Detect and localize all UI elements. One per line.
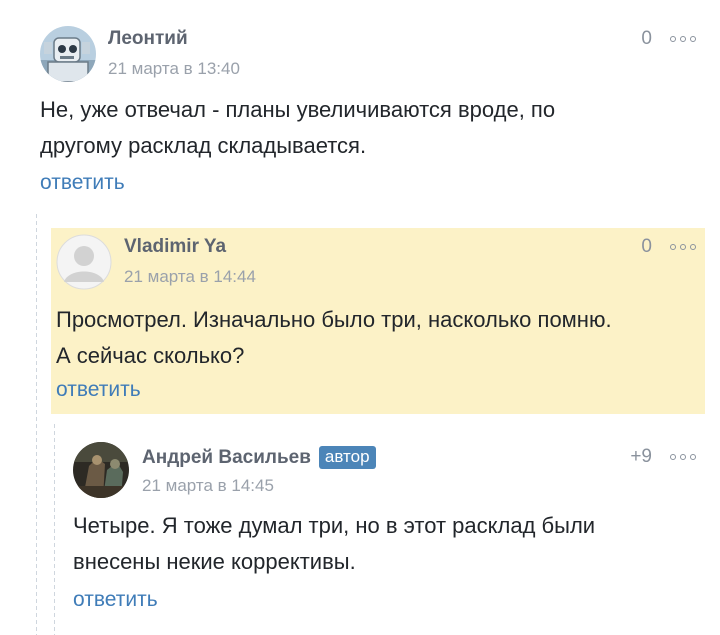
comment-text: Четыре. Я тоже думал три, но в этот раск… bbox=[73, 508, 703, 580]
comment-text-line: другому расклад складывается. bbox=[40, 133, 367, 158]
comment-vladimir-ya: Vladimir Ya 21 марта в 14:44 0 Просмотре… bbox=[51, 228, 705, 414]
comment-text: Просмотрел. Изначально было три, насколь… bbox=[56, 302, 701, 374]
comment-rating: 0 bbox=[641, 236, 652, 257]
comment-date[interactable]: 21 марта в 14:45 bbox=[142, 476, 274, 496]
comment-author[interactable]: Vladimir Ya bbox=[124, 236, 226, 258]
comment-date[interactable]: 21 марта в 14:44 bbox=[124, 267, 256, 287]
avatar[interactable] bbox=[56, 234, 112, 290]
comment-leontiy: Леонтий 21 марта в 13:40 0 Не, уже отвеч… bbox=[0, 0, 720, 210]
comment-text-line: Четыре. Я тоже думал три, но в этот раск… bbox=[73, 513, 596, 538]
comment-author[interactable]: Леонтий bbox=[108, 28, 188, 50]
more-options-icon[interactable] bbox=[670, 242, 696, 252]
reply-link[interactable]: ответить bbox=[40, 171, 125, 195]
thread-line-level-1 bbox=[36, 214, 37, 635]
thread-line-level-2 bbox=[54, 424, 55, 635]
comment-rating: 0 bbox=[641, 28, 652, 49]
comment-author-name[interactable]: Андрей Васильев bbox=[142, 447, 311, 468]
reply-link[interactable]: ответить bbox=[56, 378, 141, 402]
more-options-icon[interactable] bbox=[670, 452, 696, 462]
comment-date[interactable]: 21 марта в 13:40 bbox=[108, 59, 240, 79]
comment-text-line: внесены некие коррективы. bbox=[73, 549, 356, 574]
comment-text: Не, уже отвечал - планы увеличиваются вр… bbox=[40, 92, 700, 164]
comment-text-line: Не, уже отвечал - планы увеличиваются вр… bbox=[40, 97, 556, 122]
avatar[interactable] bbox=[40, 26, 96, 82]
comment-author[interactable]: Андрей Васильев автор bbox=[142, 446, 376, 469]
comment-text-line: А сейчас сколько? bbox=[56, 343, 245, 368]
author-badge: автор bbox=[318, 446, 376, 469]
comment-thread: Леонтий 21 марта в 13:40 0 Не, уже отвеч… bbox=[0, 0, 720, 635]
more-options-icon[interactable] bbox=[670, 34, 696, 44]
avatar[interactable] bbox=[73, 442, 129, 498]
reply-link[interactable]: ответить bbox=[73, 588, 158, 612]
comment-text-line: Просмотрел. Изначально было три, насколь… bbox=[56, 307, 612, 332]
comment-rating: +9 bbox=[630, 446, 652, 467]
comment-andrey-vasiliev: Андрей Васильев автор 21 марта в 14:45 +9… bbox=[60, 430, 705, 635]
